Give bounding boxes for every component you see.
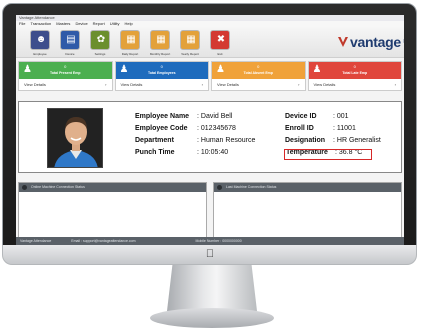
brand-logo: vantage ®: [338, 34, 404, 50]
tile-value: 0: [64, 64, 67, 69]
tile-header: ♟ 0 Total Present Emp: [19, 62, 112, 79]
tile-value: 0: [257, 64, 260, 69]
stat-tiles: ♟ 0 Total Present Emp View Details › ♟ 0 …: [18, 61, 402, 91]
toolbar-label: Monthly Report: [149, 52, 171, 56]
arrow-icon: ›: [105, 82, 107, 87]
tile-name: Total Present Emp: [50, 71, 81, 75]
pane-title: Last Machine Connection Status: [226, 185, 277, 189]
employee-name-value: : David Bell: [197, 113, 233, 120]
department-value: : Human Resource: [197, 137, 256, 144]
tile-header: ♟ 0 Total Absent Emp: [212, 62, 305, 79]
punch-time-label: Punch Time: [135, 149, 175, 156]
device-button[interactable]: ▤: [60, 30, 80, 50]
tile-header: ♟ 0 Total Employees: [115, 62, 208, 79]
tile-value: 0: [353, 64, 356, 69]
toolbar-label: Exit: [217, 52, 223, 56]
employee-photo-image: [48, 109, 102, 167]
employee-code-value: : 012345678: [197, 125, 236, 132]
brand-name: vantage: [350, 34, 401, 50]
tile-name: Total Employees: [147, 71, 176, 75]
tile-absent[interactable]: ♟ 0 Total Absent Emp View Details ›: [211, 61, 306, 91]
employee-panel: Employee Name : David Bell Employee Code…: [18, 101, 402, 173]
arrow-icon: ›: [201, 82, 203, 87]
device-id-value: : 001: [333, 113, 349, 120]
toolbar: ☻ Employee ▤ Device ✿ Settings ▦ Daily R…: [16, 27, 404, 58]
daily-report-button[interactable]: ▦: [120, 30, 140, 50]
link-text: View Details: [24, 82, 46, 87]
brand-mark-icon: [338, 37, 348, 47]
arrow-icon: ›: [394, 82, 396, 87]
employee-name-label: Employee Name: [135, 113, 190, 120]
view-details-link[interactable]: View Details ›: [309, 79, 402, 90]
designation-label: Designation: [285, 137, 326, 144]
tile-late[interactable]: ♟ 0 Total Late Emp View Details ›: [307, 61, 402, 91]
person-icon: ☻: [35, 34, 47, 45]
tile-header: ♟ 0 Total Late Emp: [308, 62, 401, 79]
stage:  Vantage Attendance File Transaction Ma…: [0, 0, 422, 333]
arrow-icon: ›: [298, 82, 300, 87]
color-wheel-icon: ✿: [96, 34, 106, 45]
toolbar-label: Device: [65, 52, 75, 56]
exit-button[interactable]: ✖: [210, 30, 230, 50]
device-icon: ▤: [66, 34, 76, 45]
tile-employees[interactable]: ♟ 0 Total Employees View Details ›: [114, 61, 209, 91]
pane-title: Online Machine Connection Status: [31, 185, 85, 189]
link-text: View Details: [120, 82, 143, 87]
link-text: View Details: [217, 82, 239, 87]
apple-logo-icon: : [205, 249, 215, 260]
department-label: Department: [135, 137, 174, 144]
designation-value: : HR Generalist: [333, 137, 381, 144]
monitor-stand: [167, 265, 257, 311]
footer-phone: Mobile Number : 0000000000: [195, 239, 242, 243]
tile-name: Total Late Emp: [342, 71, 368, 75]
enroll-id-label: Enroll ID: [285, 125, 314, 132]
employee-code-label: Employee Code: [135, 125, 188, 132]
status-dot-icon: [22, 185, 27, 190]
monitor-base: [150, 308, 274, 328]
brand-registered: ®: [403, 39, 404, 45]
punch-time-value: : 10:05:40: [197, 149, 229, 156]
monthly-report-button[interactable]: ▦: [150, 30, 170, 50]
view-details-link[interactable]: View Details ›: [212, 79, 305, 90]
settings-button[interactable]: ✿: [90, 30, 110, 50]
online-status-pane: Online Machine Connection Status: [18, 182, 207, 239]
tile-present[interactable]: ♟ 0 Total Present Emp View Details ›: [18, 61, 113, 91]
status-bar: Vantage Attendance Email : support@vanta…: [16, 237, 404, 245]
view-details-link[interactable]: View Details ›: [19, 79, 112, 90]
device-id-label: Device ID: [285, 113, 317, 120]
calendar-icon: ▦: [156, 34, 166, 45]
employee-photo: [47, 108, 103, 168]
employee-button[interactable]: ☻: [30, 30, 50, 50]
footer-email: Email : support@vantageattendance.com: [71, 239, 136, 243]
link-text: View Details: [313, 82, 336, 87]
close-icon: ✖: [216, 34, 226, 45]
app-screen: Vantage Attendance File Transaction Mast…: [16, 15, 404, 245]
temperature-highlight: [284, 149, 372, 160]
view-details-link[interactable]: View Details ›: [116, 79, 209, 90]
tile-value: 0: [160, 64, 163, 69]
pane-header: Last Machine Connection Status: [214, 183, 401, 192]
yearly-report-button[interactable]: ▦: [180, 30, 200, 50]
toolbar-label: Settings: [94, 52, 106, 56]
tile-name: Total Absent Emp: [243, 71, 273, 75]
pane-header: Online Machine Connection Status: [19, 183, 206, 192]
toolbar-label: Yearly Report: [180, 52, 200, 56]
enroll-id-value: : 11001: [333, 125, 356, 132]
footer-company: Vantage Attendance: [20, 239, 52, 243]
calendar-icon: ▦: [186, 34, 196, 45]
calendar-icon: ▦: [126, 34, 136, 45]
toolbar-label: Daily Report: [121, 52, 139, 56]
toolbar-label: Employee: [33, 52, 47, 56]
last-status-pane: Last Machine Connection Status: [213, 182, 402, 239]
status-dot-icon: [217, 185, 222, 190]
